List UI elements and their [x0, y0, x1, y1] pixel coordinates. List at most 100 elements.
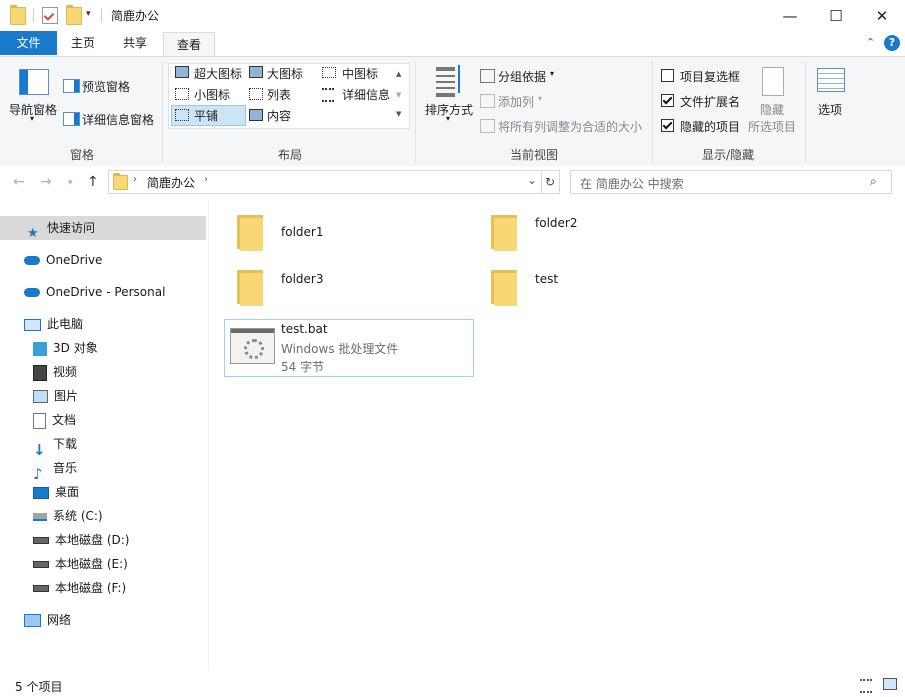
- chevron-down-icon: ▾: [446, 114, 451, 123]
- group-by-icon[interactable]: [480, 69, 495, 83]
- item-checkboxes-checkbox[interactable]: [661, 69, 674, 82]
- nav-this-pc[interactable]: 此电脑: [24, 312, 83, 336]
- folder-icon: [237, 215, 263, 251]
- nav-network[interactable]: 网络: [24, 608, 71, 632]
- file-extensions-label[interactable]: 文件扩展名: [680, 93, 740, 110]
- options-icon[interactable]: [817, 68, 845, 92]
- folder-name: test: [535, 272, 559, 286]
- nav-3d-objects[interactable]: 3D 对象: [33, 336, 98, 360]
- forward-arrow-icon[interactable]: →: [40, 174, 52, 190]
- maximize-button[interactable]: ☐: [813, 0, 859, 31]
- details-pane-button[interactable]: 详细信息窗格: [82, 111, 154, 128]
- tab-view[interactable]: 查看: [163, 32, 215, 58]
- nav-drive-d[interactable]: 本地磁盘 (D:): [33, 528, 129, 552]
- nav-music[interactable]: ♪ 音乐: [33, 456, 77, 483]
- large-icons-view-icon[interactable]: [883, 678, 897, 690]
- up-arrow-icon[interactable]: ↑: [87, 174, 99, 190]
- folder-tile[interactable]: folder1: [227, 208, 467, 260]
- nav-drive-e[interactable]: 本地磁盘 (E:): [33, 552, 128, 576]
- group-label-panes: 窗格: [69, 148, 94, 162]
- large-icons-icon[interactable]: [249, 66, 263, 78]
- layout-small-icons[interactable]: 小图标: [194, 86, 230, 103]
- layout-list[interactable]: 列表: [267, 86, 291, 103]
- nav-drive-c[interactable]: 系统 (C:): [33, 504, 103, 528]
- preview-pane-button[interactable]: 预览窗格: [82, 78, 130, 95]
- details-view-icon[interactable]: [860, 679, 872, 693]
- ribbon-tabs: 文件 主页 共享 查看 ⌃ ?: [0, 31, 905, 58]
- list-icon[interactable]: [249, 88, 263, 100]
- chevron-right-icon[interactable]: ›: [204, 174, 208, 185]
- group-by-button[interactable]: 分组依据: [498, 68, 546, 85]
- nav-label: 视频: [53, 365, 78, 379]
- nav-desktop[interactable]: 桌面: [33, 480, 79, 504]
- file-name: test.bat: [281, 322, 328, 336]
- sort-by-icon[interactable]: [436, 65, 464, 97]
- folder-tile[interactable]: folder2: [481, 208, 721, 260]
- file-tile[interactable]: test.bat Windows 批处理文件 54 字节: [224, 319, 474, 377]
- nav-videos[interactable]: 视频: [33, 360, 77, 384]
- hidden-items-label[interactable]: 隐藏的项目: [680, 118, 740, 135]
- folder-name: folder3: [281, 272, 324, 286]
- add-columns-icon: [480, 94, 495, 108]
- nav-label: 快速访问: [47, 221, 96, 235]
- layout-details[interactable]: 详细信息: [342, 86, 390, 103]
- extra-large-icons-icon[interactable]: [175, 66, 189, 78]
- medium-icons-icon[interactable]: [322, 67, 336, 78]
- chevron-down-icon[interactable]: ⌄: [527, 173, 537, 187]
- recent-locations-icon[interactable]: ▾: [68, 178, 73, 188]
- nav-onedrive-personal[interactable]: OneDrive - Personal: [24, 280, 165, 304]
- layout-tiles[interactable]: 平铺: [194, 107, 218, 124]
- refresh-icon[interactable]: ↻: [541, 170, 560, 194]
- search-input[interactable]: 在 简鹿办公 中搜索 ⌕: [570, 170, 892, 194]
- back-arrow-icon[interactable]: ←: [13, 174, 25, 190]
- tab-home[interactable]: 主页: [60, 31, 106, 55]
- options-button[interactable]: 选项: [818, 101, 842, 118]
- nav-quick-access[interactable]: ★ 快速访问: [0, 216, 206, 241]
- folder-tile[interactable]: test: [481, 263, 721, 315]
- nav-pictures[interactable]: 图片: [33, 384, 78, 408]
- file-extensions-checkbox[interactable]: [661, 94, 674, 107]
- tab-share[interactable]: 共享: [112, 31, 158, 55]
- address-bar[interactable]: › 简鹿办公 › ⌄: [108, 170, 542, 194]
- content-icon[interactable]: [249, 109, 263, 121]
- search-icon[interactable]: ⌕: [870, 174, 877, 189]
- customize-toolbar-icon[interactable]: ▾: [86, 9, 91, 19]
- small-icons-icon[interactable]: [175, 88, 189, 100]
- details-pane-icon[interactable]: [63, 112, 80, 126]
- nav-label: 3D 对象: [53, 341, 98, 355]
- chevron-down-icon: ▾: [538, 94, 543, 103]
- chevron-right-icon[interactable]: ›: [133, 174, 137, 185]
- size-columns-button[interactable]: 将所有列调整为合适的大小: [498, 118, 642, 135]
- tab-file[interactable]: 文件: [0, 31, 57, 55]
- tiles-icon[interactable]: [175, 109, 189, 121]
- scroll-up-icon[interactable]: ▲: [396, 70, 401, 78]
- hide-selected-label-2[interactable]: 所选项目: [748, 118, 796, 135]
- breadcrumb[interactable]: 简鹿办公: [147, 174, 195, 191]
- collapse-ribbon-icon[interactable]: ⌃: [866, 36, 875, 49]
- scroll-down-icon[interactable]: ▼: [396, 91, 401, 99]
- layout-medium-icons[interactable]: 中图标: [342, 65, 378, 82]
- minimize-button[interactable]: —: [767, 0, 813, 31]
- hide-selected-label-1[interactable]: 隐藏: [760, 101, 784, 118]
- nav-onedrive[interactable]: OneDrive: [24, 248, 102, 272]
- layout-content[interactable]: 内容: [267, 107, 291, 124]
- item-checkboxes-label[interactable]: 项目复选框: [680, 68, 740, 85]
- nav-downloads[interactable]: ↓ 下载: [33, 432, 77, 459]
- more-layouts-icon[interactable]: ▼: [396, 110, 401, 118]
- add-columns-button[interactable]: 添加列: [498, 93, 534, 110]
- nav-documents[interactable]: 文档: [33, 408, 76, 432]
- details-icon[interactable]: [322, 88, 334, 102]
- nav-drive-f[interactable]: 本地磁盘 (F:): [33, 576, 126, 600]
- navigation-pane-icon[interactable]: [19, 69, 49, 95]
- properties-icon[interactable]: [42, 7, 58, 24]
- preview-pane-icon[interactable]: [63, 79, 80, 93]
- new-folder-icon[interactable]: [66, 5, 82, 25]
- layout-extra-large-icons[interactable]: 超大图标: [194, 65, 242, 82]
- group-label-current-view: 当前视图: [509, 148, 558, 162]
- help-icon[interactable]: ?: [884, 35, 900, 51]
- layout-large-icons[interactable]: 大图标: [267, 65, 303, 82]
- close-button[interactable]: ✕: [859, 0, 905, 31]
- hidden-items-checkbox[interactable]: [661, 119, 674, 132]
- picture-icon: [33, 390, 48, 403]
- folder-tile[interactable]: folder3: [227, 263, 467, 315]
